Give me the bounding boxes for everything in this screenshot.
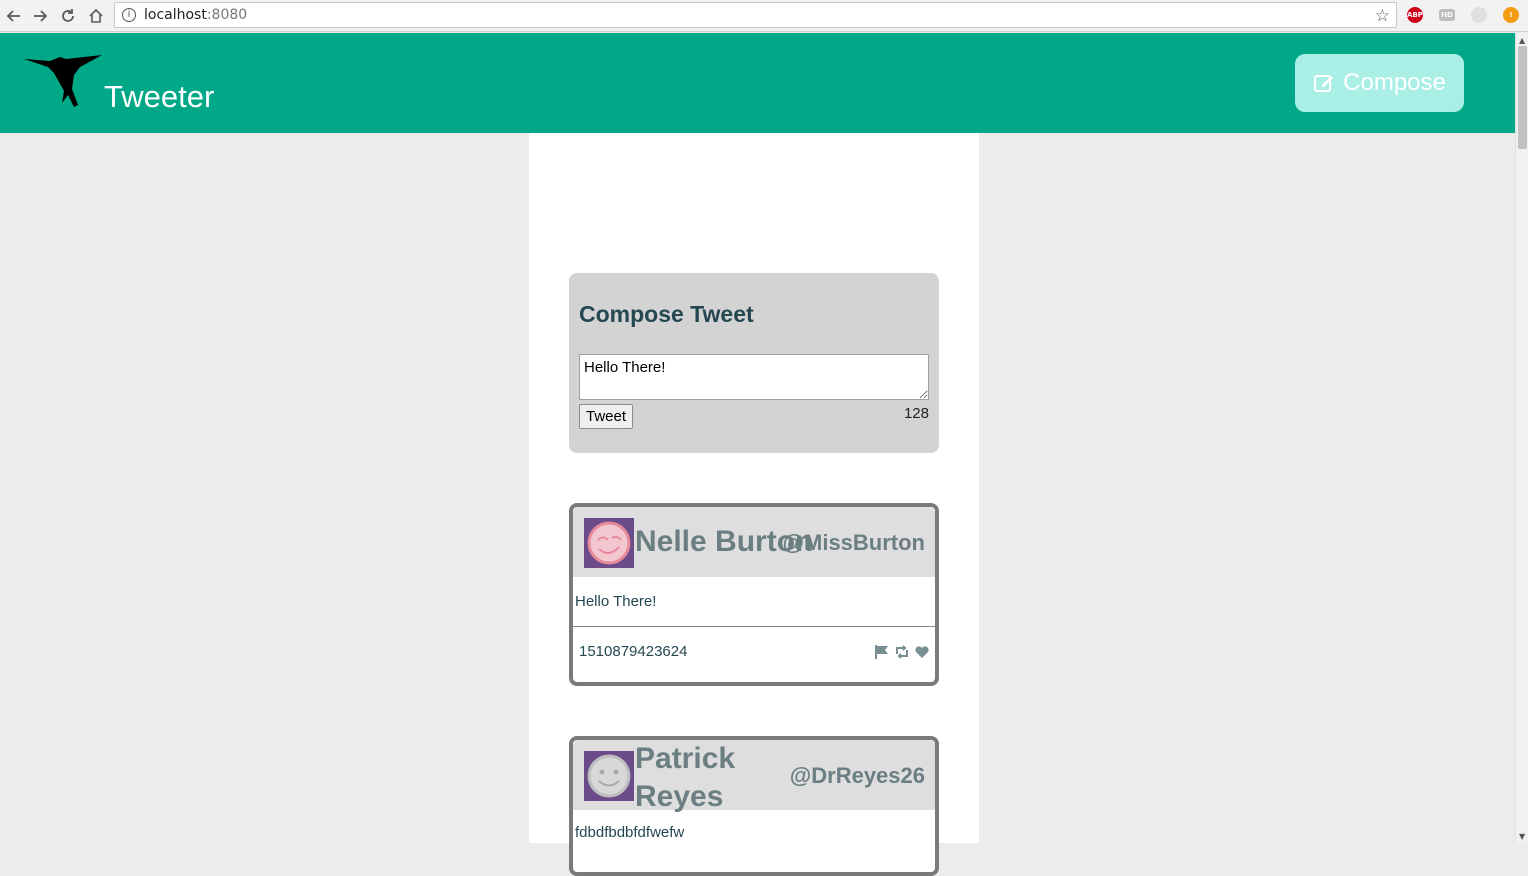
url-text: localhost:8080	[144, 7, 248, 23]
scroll-down-icon[interactable]: ▼	[1519, 832, 1525, 841]
extension-icon[interactable]	[1471, 7, 1487, 23]
tweet-footer: 1510879423624	[573, 627, 935, 679]
main-column: Compose Tweet Hello There! Tweet 128 Nel…	[529, 133, 979, 876]
avatar	[584, 518, 634, 568]
author-name-line2: Reyes	[635, 780, 724, 813]
retweet-icon[interactable]	[894, 644, 910, 660]
brand-title: Tweeter	[104, 79, 215, 114]
address-bar[interactable]: i localhost:8080 ☆	[114, 2, 1397, 28]
tweet-text: Hello There!	[573, 577, 935, 627]
author-name-line1: Patrick	[635, 742, 736, 775]
tweet-text: fdbdfbdbfdfwefw	[575, 824, 685, 841]
scroll-thumb[interactable]	[1518, 46, 1527, 149]
scroll-up-icon[interactable]: ▲	[1519, 36, 1525, 45]
star-icon[interactable]: ☆	[1375, 6, 1390, 26]
app-header: Tweeter Compose	[0, 33, 1515, 133]
author-handle: @DrReyes26	[789, 763, 925, 788]
page-scrollbar[interactable]: ▲ ▼	[1515, 33, 1528, 843]
info-icon[interactable]: i	[122, 8, 136, 22]
home-icon[interactable]	[82, 2, 110, 30]
hd-extension-icon[interactable]: HD	[1439, 9, 1455, 21]
tweet-card: Patrick Reyes @DrReyes26 fdbdfbdbfdfwefw	[569, 736, 939, 876]
tweet-timestamp: 1510879423624	[579, 643, 688, 660]
avatar	[584, 751, 634, 801]
compose-button-label: Compose	[1343, 69, 1446, 96]
browser-toolbar: i localhost:8080 ☆ ABP HD !	[0, 0, 1528, 32]
back-arrow-icon[interactable]	[0, 2, 28, 30]
hummingbird-logo	[24, 55, 102, 107]
alert-extension-icon[interactable]: !	[1503, 7, 1519, 23]
tweet-header: Patrick Reyes @DrReyes26	[573, 740, 935, 813]
tweet-actions	[874, 644, 930, 660]
char-counter: 128	[903, 405, 929, 422]
compose-tweet-panel: Compose Tweet Hello There! Tweet 128	[569, 273, 939, 453]
tweet-submit-button[interactable]: Tweet	[579, 404, 633, 429]
forward-arrow-icon[interactable]	[26, 2, 54, 30]
author-handle: @MissBurton	[782, 530, 925, 555]
adblock-extension-icon[interactable]: ABP	[1407, 7, 1423, 23]
tweet-textarea[interactable]: Hello There!	[579, 354, 929, 400]
compose-button[interactable]: Compose	[1295, 54, 1464, 112]
heart-icon[interactable]	[914, 644, 930, 660]
reload-icon[interactable]	[54, 2, 82, 30]
tweet-header: Nelle Burton @MissBurton	[573, 507, 935, 577]
tweet-card: Nelle Burton @MissBurton Hello There! 15…	[569, 503, 939, 686]
edit-icon	[1314, 75, 1334, 92]
flag-icon[interactable]	[874, 644, 890, 660]
compose-title: Compose Tweet	[579, 301, 754, 327]
